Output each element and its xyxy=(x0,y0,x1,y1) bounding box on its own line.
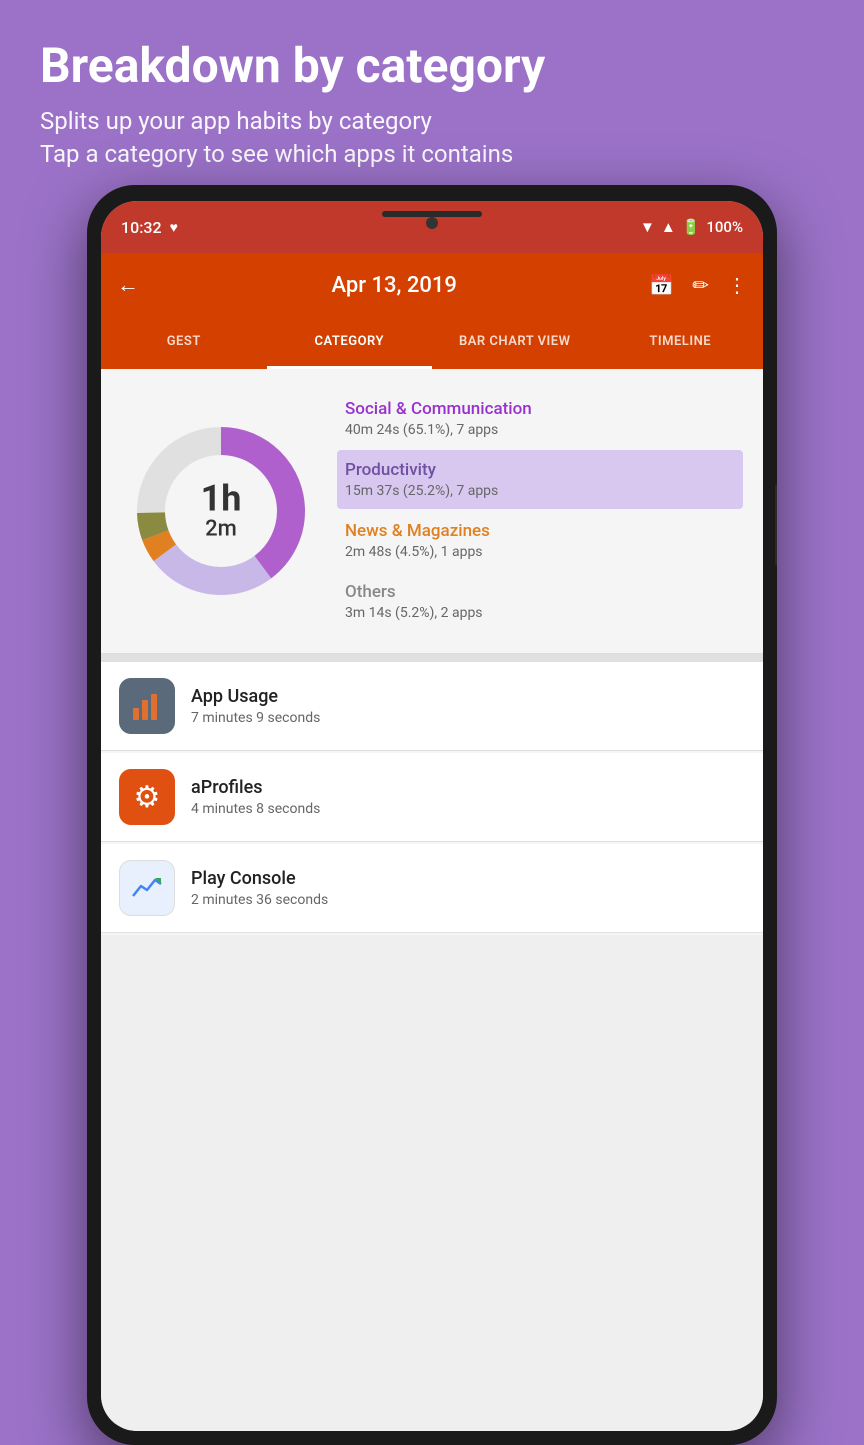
app-item-playconsole[interactable]: Play Console 2 minutes 36 seconds xyxy=(101,844,763,933)
app-icon-usage xyxy=(119,678,175,734)
app-name-usage: App Usage xyxy=(191,686,320,707)
status-right: ▼ ▲ 🔋 100% xyxy=(640,218,743,236)
battery-icon: 🔋 xyxy=(682,218,701,236)
header-section: Breakdown by category Splits up your app… xyxy=(0,0,864,192)
app-name-aprofiles: aProfiles xyxy=(191,777,320,798)
aprofiles-gear-icon: ⚙ xyxy=(134,780,161,815)
legend-social-name: Social & Communication xyxy=(345,399,735,419)
donut-hour: 1h xyxy=(201,481,242,517)
app-info-usage: App Usage 7 minutes 9 seconds xyxy=(191,686,320,726)
app-list: App Usage 7 minutes 9 seconds ⚙ aProfile… xyxy=(101,662,763,935)
toolbar-date: Apr 13, 2019 xyxy=(155,273,633,298)
legend-others-name: Others xyxy=(345,582,735,602)
camera xyxy=(426,217,438,229)
app-name-playconsole: Play Console xyxy=(191,868,328,889)
phone-screen: 10:32 ♥ ▼ ▲ 🔋 100% ← Apr 13, 2019 📅 ✏ ⋮ xyxy=(101,201,763,1431)
app-icon-aprofiles: ⚙ xyxy=(119,769,175,825)
divider xyxy=(101,654,763,662)
wifi-icon: ▼ xyxy=(640,218,655,236)
tab-timeline[interactable]: TIMELINE xyxy=(598,317,764,369)
donut-chart: 1h 2m xyxy=(121,411,321,611)
side-button xyxy=(775,485,777,565)
status-left: 10:32 ♥ xyxy=(121,218,178,237)
app-info-aprofiles: aProfiles 4 minutes 8 seconds xyxy=(191,777,320,817)
content-area: 1h 2m Social & Communication 40m 24s (65… xyxy=(101,369,763,1431)
signal-icon: ▲ xyxy=(661,218,676,236)
legend-news-name: News & Magazines xyxy=(345,521,735,541)
edit-icon[interactable]: ✏ xyxy=(692,273,709,297)
legend-others-detail: 3m 14s (5.2%), 2 apps xyxy=(345,605,735,621)
app-time-playconsole: 2 minutes 36 seconds xyxy=(191,892,328,908)
header-subtitle: Splits up your app habits by category Ta… xyxy=(40,105,824,172)
legend-productivity[interactable]: Productivity 15m 37s (25.2%), 7 apps xyxy=(337,450,743,509)
time-display: 10:32 xyxy=(121,218,162,237)
legend-social-detail: 40m 24s (65.1%), 7 apps xyxy=(345,422,735,438)
back-button[interactable]: ← xyxy=(117,272,139,298)
more-options-icon[interactable]: ⋮ xyxy=(727,273,747,297)
app-item-aprofiles[interactable]: ⚙ aProfiles 4 minutes 8 seconds xyxy=(101,753,763,842)
chart-section: 1h 2m Social & Communication 40m 24s (65… xyxy=(101,369,763,654)
legend-news[interactable]: News & Magazines 2m 48s (4.5%), 1 apps xyxy=(337,511,743,570)
tab-bar-chart[interactable]: BAR CHART VIEW xyxy=(432,317,598,369)
tab-category[interactable]: CATEGORY xyxy=(267,317,433,369)
app-toolbar: ← Apr 13, 2019 📅 ✏ ⋮ xyxy=(101,253,763,317)
donut-min: 2m xyxy=(201,517,242,542)
phone-frame: 10:32 ♥ ▼ ▲ 🔋 100% ← Apr 13, 2019 📅 ✏ ⋮ xyxy=(87,185,777,1445)
legend-productivity-name: Productivity xyxy=(345,460,735,480)
legend-others[interactable]: Others 3m 14s (5.2%), 2 apps xyxy=(337,572,743,631)
heart-icon: ♥ xyxy=(170,219,178,236)
tab-gest[interactable]: GEST xyxy=(101,317,267,369)
app-item-usage[interactable]: App Usage 7 minutes 9 seconds xyxy=(101,662,763,751)
header-title: Breakdown by category xyxy=(40,40,824,93)
donut-center: 1h 2m xyxy=(201,481,242,542)
battery-percent: 100% xyxy=(706,218,743,236)
toolbar-icons: 📅 ✏ ⋮ xyxy=(649,273,747,297)
tab-bar: GEST CATEGORY BAR CHART VIEW TIMELINE xyxy=(101,317,763,369)
calendar-icon[interactable]: 📅 xyxy=(649,273,674,297)
legend-social[interactable]: Social & Communication 40m 24s (65.1%), … xyxy=(337,389,743,448)
app-time-aprofiles: 4 minutes 8 seconds xyxy=(191,801,320,817)
app-icon-playconsole xyxy=(119,860,175,916)
legend-productivity-detail: 15m 37s (25.2%), 7 apps xyxy=(345,483,735,499)
legend-news-detail: 2m 48s (4.5%), 1 apps xyxy=(345,544,735,560)
app-info-playconsole: Play Console 2 minutes 36 seconds xyxy=(191,868,328,908)
app-time-usage: 7 minutes 9 seconds xyxy=(191,710,320,726)
legend-section: Social & Communication 40m 24s (65.1%), … xyxy=(337,389,743,633)
